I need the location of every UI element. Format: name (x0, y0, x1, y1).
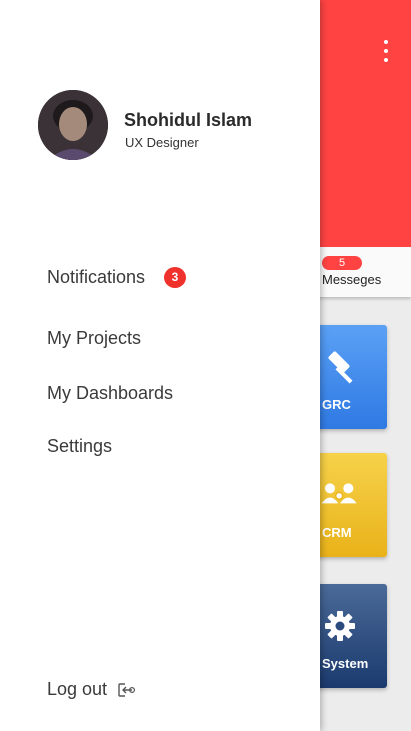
messages-badge: 5 (322, 256, 362, 270)
menu-item-my-dashboards[interactable]: My Dashboards (47, 383, 173, 404)
navigation-drawer: Shohidul Islam UX Designer Notifications… (0, 0, 320, 731)
logout-label: Log out (47, 679, 108, 699)
profile-photo (38, 90, 108, 160)
profile-name: Shohidul Islam (124, 110, 253, 130)
logout-icon (118, 682, 136, 697)
avatar[interactable] (38, 90, 108, 160)
gavel-icon (328, 351, 353, 384)
more-options-icon[interactable] (378, 40, 394, 62)
logout-button[interactable]: Log out (47, 679, 136, 700)
menu-item-settings[interactable]: Settings (47, 436, 112, 457)
gear-icon (325, 611, 355, 641)
people-icon (321, 483, 357, 504)
menu-item-notifications[interactable]: Notifications (47, 267, 145, 288)
menu-item-my-projects[interactable]: My Projects (47, 328, 141, 349)
notifications-badge: 3 (164, 267, 186, 288)
profile-role: UX Designer (125, 135, 199, 150)
